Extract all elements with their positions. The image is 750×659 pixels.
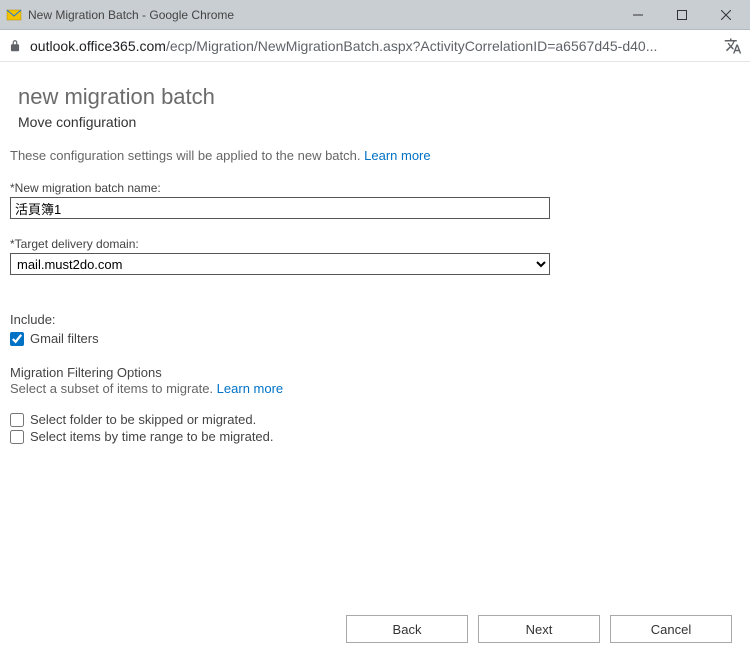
url-path: /ecp/Migration/NewMigrationBatch.aspx?Ac… [166, 38, 657, 54]
target-domain-label: *Target delivery domain: [10, 237, 740, 251]
maximize-button[interactable] [660, 1, 704, 29]
lock-icon [8, 39, 22, 53]
filtering-learn-more-link[interactable]: Learn more [217, 381, 283, 396]
gmail-filters-row: Gmail filters [10, 331, 740, 346]
folder-filter-checkbox[interactable] [10, 413, 24, 427]
wizard-footer: Back Next Cancel [0, 599, 750, 659]
description-text: These configuration settings will be app… [10, 148, 361, 163]
next-button[interactable]: Next [478, 615, 600, 643]
gmail-filters-checkbox[interactable] [10, 332, 24, 346]
minimize-button[interactable] [616, 1, 660, 29]
page-description: These configuration settings will be app… [10, 148, 740, 163]
back-button[interactable]: Back [346, 615, 468, 643]
target-domain-select[interactable]: mail.must2do.com [10, 253, 550, 275]
batch-name-input[interactable] [10, 197, 550, 219]
app-icon [6, 7, 22, 23]
address-bar: outlook.office365.com/ecp/Migration/NewM… [0, 30, 750, 62]
filtering-header: Migration Filtering Options [10, 365, 740, 380]
time-filter-checkbox[interactable] [10, 430, 24, 444]
translate-icon[interactable] [724, 37, 742, 55]
filtering-sub-text: Select a subset of items to migrate. [10, 381, 213, 396]
include-label: Include: [10, 312, 740, 327]
close-button[interactable] [704, 1, 748, 29]
page-title: new migration batch [18, 84, 740, 110]
window-controls [616, 1, 748, 29]
page-subtitle: Move configuration [18, 114, 740, 130]
folder-filter-row: Select folder to be skipped or migrated. [10, 412, 740, 427]
window-titlebar: New Migration Batch - Google Chrome [0, 0, 750, 30]
page-content: new migration batch Move configuration T… [0, 62, 750, 599]
time-filter-row: Select items by time range to be migrate… [10, 429, 740, 444]
url-host: outlook.office365.com [30, 38, 166, 54]
batch-name-label: *New migration batch name: [10, 181, 740, 195]
time-filter-label[interactable]: Select items by time range to be migrate… [30, 429, 274, 444]
cancel-button[interactable]: Cancel [610, 615, 732, 643]
learn-more-link[interactable]: Learn more [364, 148, 430, 163]
folder-filter-label[interactable]: Select folder to be skipped or migrated. [30, 412, 256, 427]
window-title: New Migration Batch - Google Chrome [28, 8, 616, 22]
gmail-filters-label[interactable]: Gmail filters [30, 331, 99, 346]
filtering-sub: Select a subset of items to migrate. Lea… [10, 381, 740, 396]
url-text[interactable]: outlook.office365.com/ecp/Migration/NewM… [30, 38, 716, 54]
